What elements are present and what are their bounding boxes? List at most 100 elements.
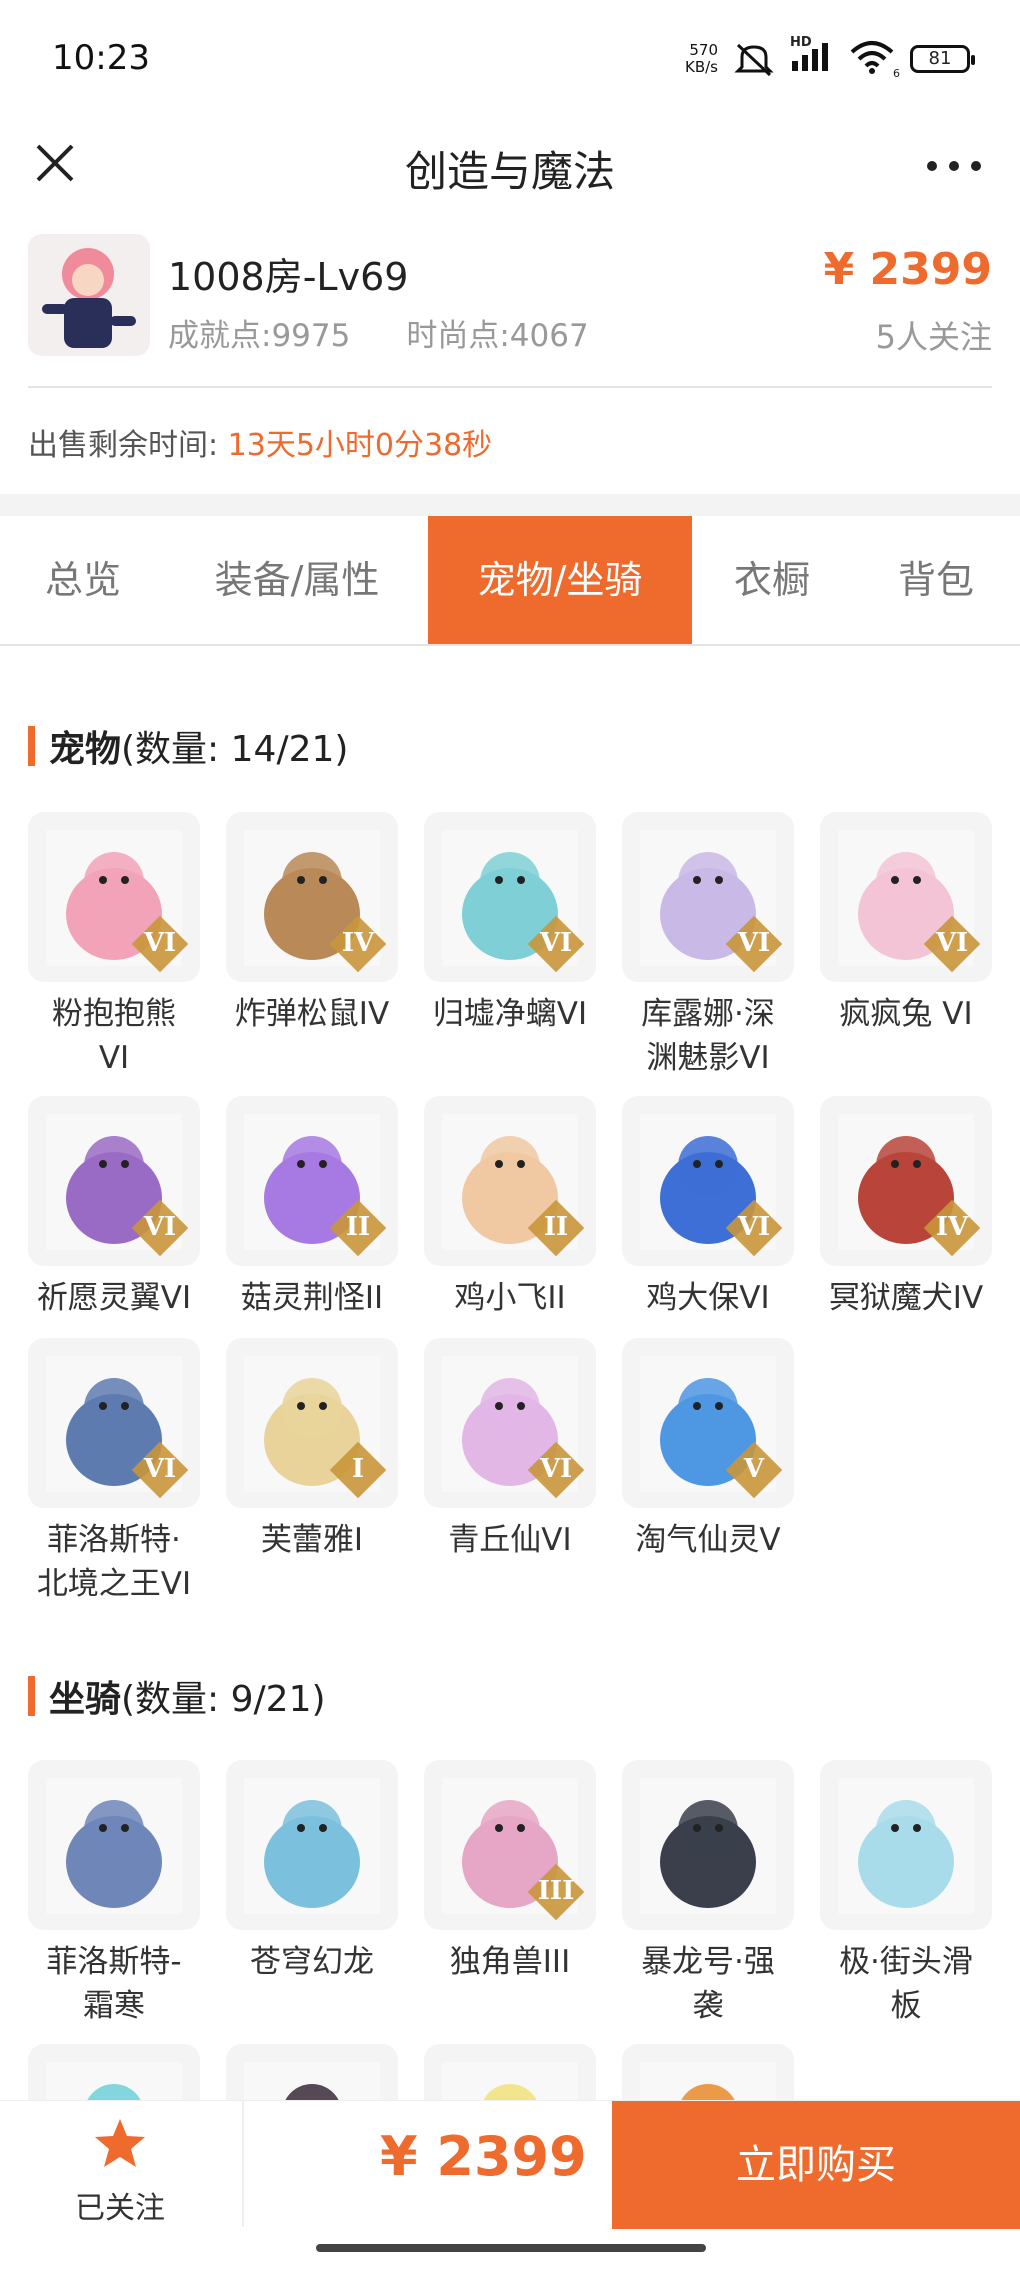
pets-section-title: 宠物 (数量: 14/21) (28, 720, 348, 772)
mount-name-line: 极·街头滑 (839, 1944, 973, 1980)
rank-numeral: VI (737, 1212, 771, 1242)
pet-name: 粉抱抱熊 VI (14, 992, 214, 1080)
mount-name-line: 暴龙号·强 (641, 1944, 775, 1980)
section-accent-bar (28, 726, 35, 766)
pet-name-line: 芙蕾雅I (260, 1522, 364, 1558)
mount-name: 苍穹幻龙 (212, 1940, 412, 1984)
mount-name: 暴龙号·强袭 (608, 1940, 808, 2028)
rank-numeral: VI (737, 928, 771, 958)
pet-thumbnail: II (226, 1096, 398, 1266)
pets-title: 宠物 (49, 729, 122, 770)
pet-name: 冥狱魔犬IV (806, 1276, 1006, 1320)
mount-name-line: 板 (890, 1988, 922, 2024)
pet-thumbnail: II (424, 1096, 596, 1266)
remaining-value: 13天5小时0分38秒 (227, 428, 493, 463)
pet-name-line: VI (98, 1040, 130, 1076)
pet-thumbnail: IV (820, 1096, 992, 1266)
mount-thumbnail (622, 1760, 794, 1930)
pet-name-line: 库露娜·深 (641, 996, 775, 1032)
wifi-sub: 6 (893, 67, 900, 80)
pet-name: 疯疯兔 VI (806, 992, 1006, 1036)
status-bar: 10:23 570 KB/s HD 6 81 (0, 0, 1020, 120)
page: 10:23 570 KB/s HD 6 81 创造与魔法 1008房-Lv69 … (0, 0, 1020, 2270)
follow-button[interactable]: 已关注 (40, 2107, 200, 2227)
pet-name-line: 粉抱抱熊 (52, 996, 176, 1032)
cell-signal: HD (790, 35, 834, 77)
rank-numeral: VI (143, 928, 177, 958)
pet-name: 炸弹松鼠IV (212, 992, 412, 1036)
page-title: 创造与魔法 (404, 147, 615, 196)
rank-numeral: IV (341, 928, 375, 958)
tab-equipment[interactable]: 装备/属性 (166, 516, 428, 644)
pet-name-line: 淘气仙灵V (635, 1522, 781, 1558)
mount-name: 独角兽III (410, 1940, 610, 1984)
pet-thumbnail: VI (622, 1096, 794, 1266)
mount-image (244, 1778, 380, 1914)
rank-badge: IV (923, 1199, 981, 1257)
rank-numeral: VI (539, 1454, 573, 1484)
tab-bar: 总览 装备/属性 宠物/坐骑 衣橱 背包 (0, 516, 1020, 646)
mount-name-line: 霜寒 (83, 1988, 145, 2024)
star-icon (95, 2119, 145, 2167)
follow-count: 5人关注 (875, 318, 992, 356)
product-header: 1008房-Lv69 成就点:9975 时尚点:4067 ¥ 2399 5人关注 (0, 228, 1020, 388)
mount-name-line: 苍穹幻龙 (250, 1944, 374, 1980)
pet-name: 青丘仙VI (410, 1518, 610, 1562)
network-speed: 570 KB/s (685, 42, 718, 76)
divider (242, 2101, 244, 2227)
network-type: HD (790, 35, 812, 50)
mount-name-line: 独角兽III (449, 1944, 571, 1980)
mount-image (838, 1778, 974, 1914)
section-accent-bar (28, 1676, 35, 1716)
pet-name-line: 鸡大保VI (646, 1280, 770, 1316)
rank-badge: VI (131, 1199, 189, 1257)
divider (28, 386, 992, 388)
avatar[interactable] (28, 234, 150, 356)
rank-numeral: I (351, 1454, 365, 1484)
tab-wardrobe[interactable]: 衣橱 (692, 516, 852, 644)
pet-thumbnail: VI (622, 812, 794, 982)
fashion-points: 时尚点:4067 (406, 318, 589, 354)
pet-name: 菲洛斯特· 北境之王VI (14, 1518, 214, 1606)
pet-name-line: 青丘仙VI (448, 1522, 572, 1558)
achievement-points: 成就点:9975 (168, 318, 351, 354)
pet-name: 菇灵荆怪II (212, 1276, 412, 1320)
product-name: 1008房-Lv69 (168, 255, 409, 299)
rank-badge: II (329, 1199, 387, 1257)
rank-numeral: VI (143, 1212, 177, 1242)
pet-name: 芙蕾雅I (212, 1518, 412, 1562)
wifi: 6 (850, 40, 900, 80)
pet-name-line: 冥狱魔犬IV (828, 1280, 984, 1316)
speed-unit: KB/s (685, 58, 718, 76)
mount-name: 极·街头滑板 (806, 1940, 1006, 2028)
tab-overview[interactable]: 总览 (0, 516, 166, 644)
mount-name: 菲洛斯特- 霜寒 (14, 1940, 214, 2028)
battery-icon: 81 (910, 45, 975, 73)
product-price: ¥ 2399 (823, 244, 992, 295)
rank-badge: VI (131, 915, 189, 973)
pet-thumbnail: I (226, 1338, 398, 1508)
buy-now-button[interactable]: 立即购买 (612, 2101, 1020, 2229)
pet-thumbnail: VI (28, 1096, 200, 1266)
mount-thumbnail (820, 1760, 992, 1930)
more-icon[interactable] (924, 156, 984, 176)
rank-numeral: III (537, 1876, 575, 1906)
pet-name-line: 菲洛斯特· (47, 1522, 181, 1558)
pet-name: 鸡小飞II (410, 1276, 610, 1320)
rank-badge: IV (329, 915, 387, 973)
pet-name: 鸡大保VI (608, 1276, 808, 1320)
mute-icon (734, 43, 774, 77)
status-time: 10:23 (52, 38, 150, 78)
tab-pets-mounts[interactable]: 宠物/坐骑 (428, 516, 692, 644)
mounts-section-title: 坐骑 (数量: 9/21) (28, 1670, 326, 1722)
rank-numeral: II (543, 1212, 569, 1242)
pet-name-line: 疯疯兔 VI (839, 996, 973, 1032)
rank-numeral: IV (935, 1212, 969, 1242)
tab-backpack[interactable]: 背包 (852, 516, 1020, 644)
mount-name-line: 袭 (692, 1988, 724, 2024)
mount-name-line: 菲洛斯特- (46, 1944, 182, 1980)
rank-numeral: VI (539, 928, 573, 958)
bottom-bar: 已关注 ¥ 2399 立即购买 (0, 2100, 1020, 2232)
pet-name-line: 菇灵荆怪II (240, 1280, 384, 1316)
avatar-image (28, 234, 150, 356)
